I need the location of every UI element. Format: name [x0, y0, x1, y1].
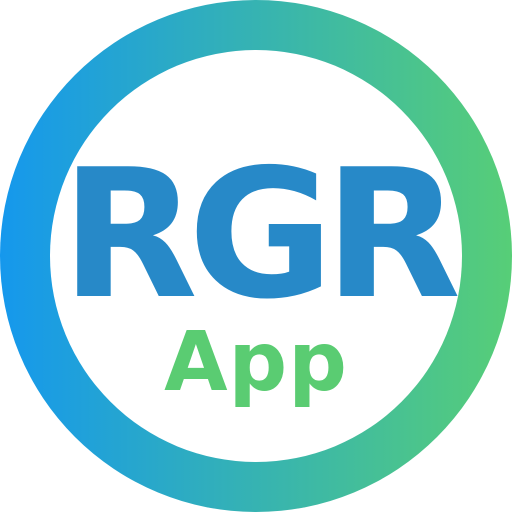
logo-title: RGR [60, 131, 461, 338]
logo-subtitle: App [164, 315, 348, 410]
app-logo: RGR App [0, 0, 512, 512]
